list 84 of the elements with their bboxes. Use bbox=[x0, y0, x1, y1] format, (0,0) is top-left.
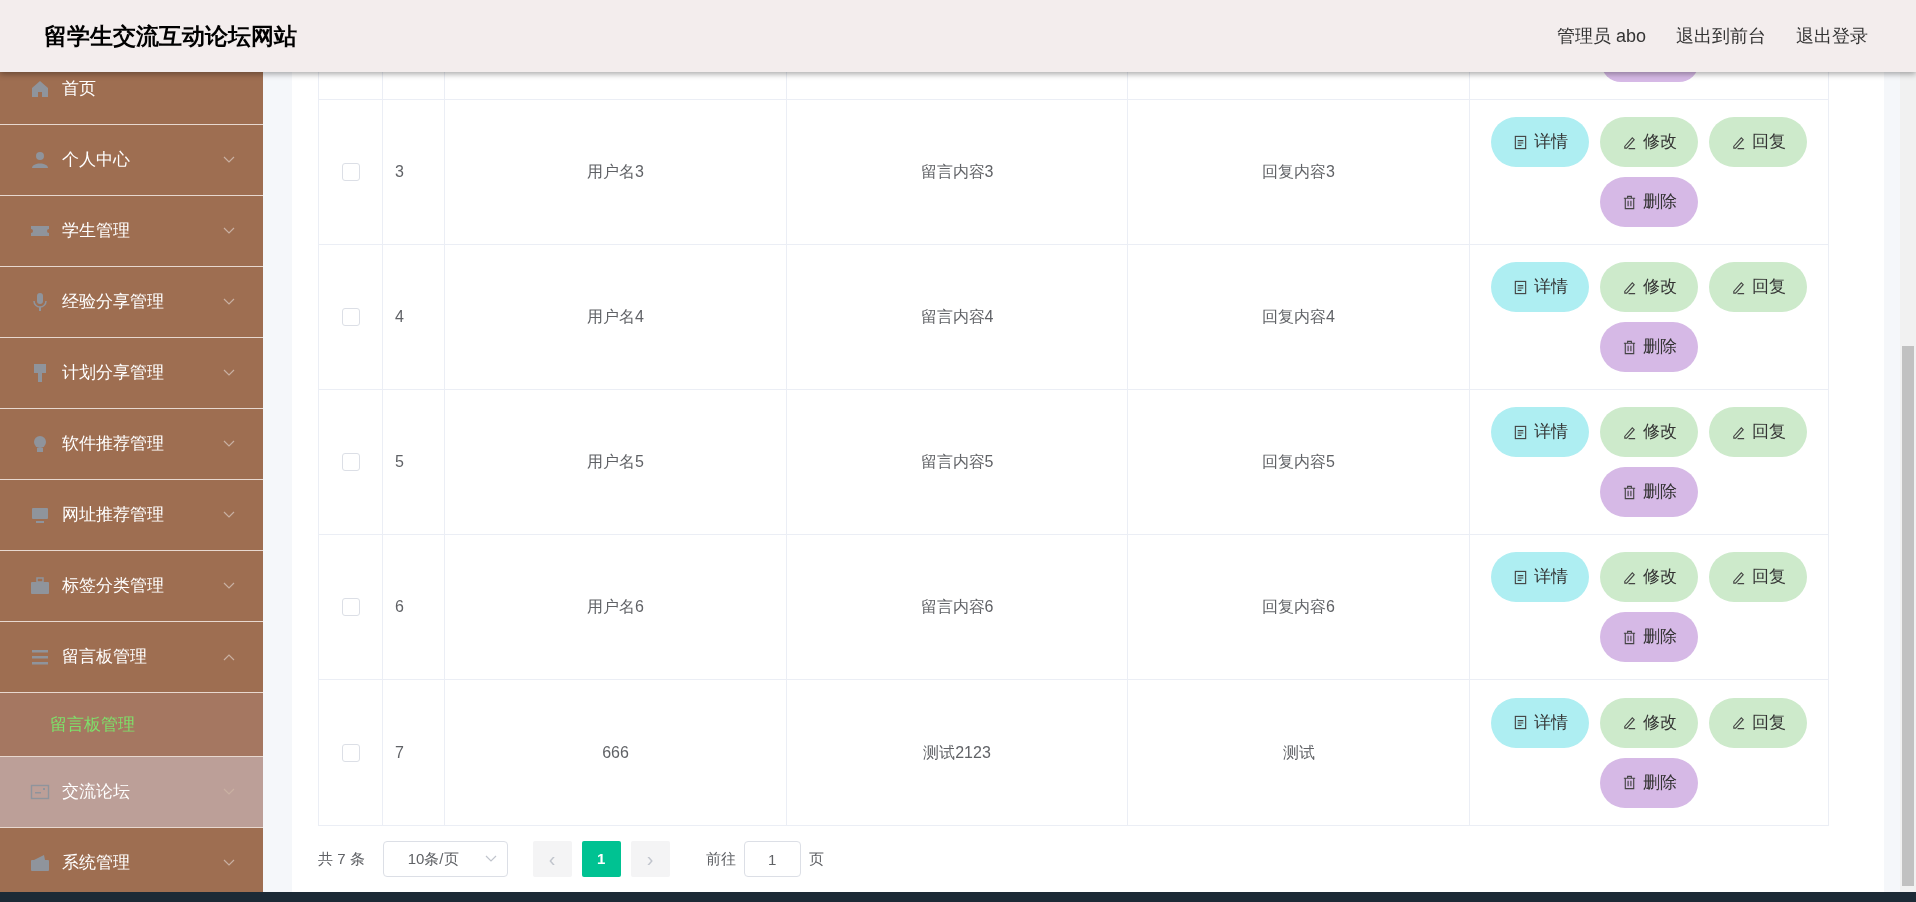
document-icon bbox=[1512, 424, 1528, 440]
table-cell-text: 用户名5 bbox=[587, 452, 644, 472]
delete-button[interactable]: 删除 bbox=[1600, 322, 1698, 372]
trash-icon bbox=[1621, 484, 1637, 500]
home-icon bbox=[30, 79, 50, 99]
delete-button[interactable]: 删除 bbox=[1600, 177, 1698, 227]
goto-label: 前往 bbox=[705, 848, 736, 869]
table-cell-text: 留言内容3 bbox=[920, 162, 994, 182]
page-input[interactable]: 1 bbox=[743, 841, 801, 877]
trash-icon bbox=[1621, 775, 1637, 790]
page-size-select[interactable]: 10条/页 bbox=[382, 841, 508, 877]
table-cell-text: 回复内容6 bbox=[1262, 597, 1335, 617]
row-index: 5 bbox=[395, 452, 404, 472]
row-checkbox[interactable] bbox=[341, 598, 360, 616]
table-cell-text: 测试 bbox=[1282, 742, 1315, 763]
document-icon bbox=[1512, 569, 1528, 585]
table-cell-text: 用户名6 bbox=[587, 597, 644, 617]
detail-button[interactable]: 详情 bbox=[1491, 407, 1589, 457]
admin-user-label: 管理员 abo bbox=[1556, 24, 1646, 48]
header-link[interactable]: 退出到前台 bbox=[1676, 22, 1766, 50]
pencil-icon bbox=[1730, 279, 1746, 295]
trash-icon bbox=[1621, 339, 1637, 355]
table-cell-text: 留言内容5 bbox=[920, 452, 994, 472]
edit-button[interactable]: 修改 bbox=[1600, 117, 1698, 167]
row-checkbox[interactable] bbox=[341, 743, 360, 762]
document-icon bbox=[1512, 715, 1528, 730]
briefcase-icon bbox=[30, 576, 50, 596]
pencil-icon bbox=[1621, 715, 1637, 730]
pencil-icon bbox=[1730, 424, 1746, 440]
row-index: 3 bbox=[395, 162, 404, 182]
row-checkbox[interactable] bbox=[341, 308, 360, 326]
wallet-icon bbox=[30, 853, 50, 873]
reply-button[interactable]: 回复 bbox=[1709, 552, 1807, 602]
row-index: 7 bbox=[395, 742, 404, 763]
table-cell-text: 留言内容6 bbox=[920, 597, 994, 617]
pencil-icon bbox=[1730, 134, 1746, 150]
header-link[interactable]: 退出登录 bbox=[1796, 22, 1868, 50]
table-cell-text: 测试2123 bbox=[923, 742, 991, 763]
pencil-icon bbox=[1730, 715, 1746, 730]
detail-button[interactable]: 详情 bbox=[1491, 552, 1589, 602]
microphone-icon bbox=[30, 292, 50, 312]
user-icon bbox=[30, 150, 50, 170]
page-suffix: 页 bbox=[808, 848, 824, 869]
table-cell-text: 留言内容4 bbox=[920, 307, 994, 327]
delete-button[interactable]: 删除 bbox=[1600, 612, 1698, 662]
pencil-icon bbox=[1621, 569, 1637, 585]
table-cell-text: 回复内容4 bbox=[1262, 307, 1335, 327]
document-icon bbox=[1512, 279, 1528, 295]
pencil-icon bbox=[1621, 279, 1637, 295]
table-cell-text: 用户名3 bbox=[587, 162, 644, 182]
delete-button[interactable]: 删除 bbox=[1600, 467, 1698, 517]
card-icon bbox=[30, 782, 50, 802]
pencil-icon bbox=[1621, 424, 1637, 440]
row-index: 6 bbox=[395, 597, 404, 617]
pencil-icon bbox=[1621, 134, 1637, 150]
trash-icon bbox=[1621, 629, 1637, 645]
edit-button[interactable]: 修改 bbox=[1600, 552, 1698, 602]
row-checkbox[interactable] bbox=[341, 453, 360, 471]
edit-button[interactable]: 修改 bbox=[1600, 697, 1698, 748]
monitor-icon bbox=[30, 505, 50, 525]
edit-button[interactable]: 修改 bbox=[1600, 407, 1698, 457]
trash-icon bbox=[1621, 194, 1637, 210]
row-index: 4 bbox=[395, 307, 404, 327]
document-icon bbox=[1512, 134, 1528, 150]
delete-button[interactable]: 删除 bbox=[1600, 757, 1698, 808]
row-checkbox[interactable] bbox=[341, 163, 360, 181]
table-cell-text: 用户名4 bbox=[587, 307, 644, 327]
detail-button[interactable]: 详情 bbox=[1491, 117, 1589, 167]
chevron-down-icon bbox=[484, 855, 497, 863]
pencil-icon bbox=[1730, 569, 1746, 585]
reply-button[interactable]: 回复 bbox=[1709, 697, 1807, 748]
total-count: 共 7 条 bbox=[318, 848, 365, 869]
table-cell-text: 回复内容3 bbox=[1262, 162, 1335, 182]
edit-button[interactable]: 修改 bbox=[1600, 262, 1698, 312]
detail-button[interactable]: 详情 bbox=[1491, 262, 1589, 312]
reply-button[interactable]: 回复 bbox=[1709, 262, 1807, 312]
list-icon bbox=[30, 647, 50, 667]
table-cell-text: 666 bbox=[602, 742, 629, 763]
reply-button[interactable]: 回复 bbox=[1709, 407, 1807, 457]
reply-button[interactable]: 回复 bbox=[1709, 117, 1807, 167]
site-title: 留学生交流互动论坛网站 bbox=[44, 21, 297, 51]
scrollbar[interactable] bbox=[1900, 72, 1916, 892]
detail-button[interactable]: 详情 bbox=[1491, 697, 1589, 748]
table-cell-text: 回复内容5 bbox=[1262, 452, 1335, 472]
